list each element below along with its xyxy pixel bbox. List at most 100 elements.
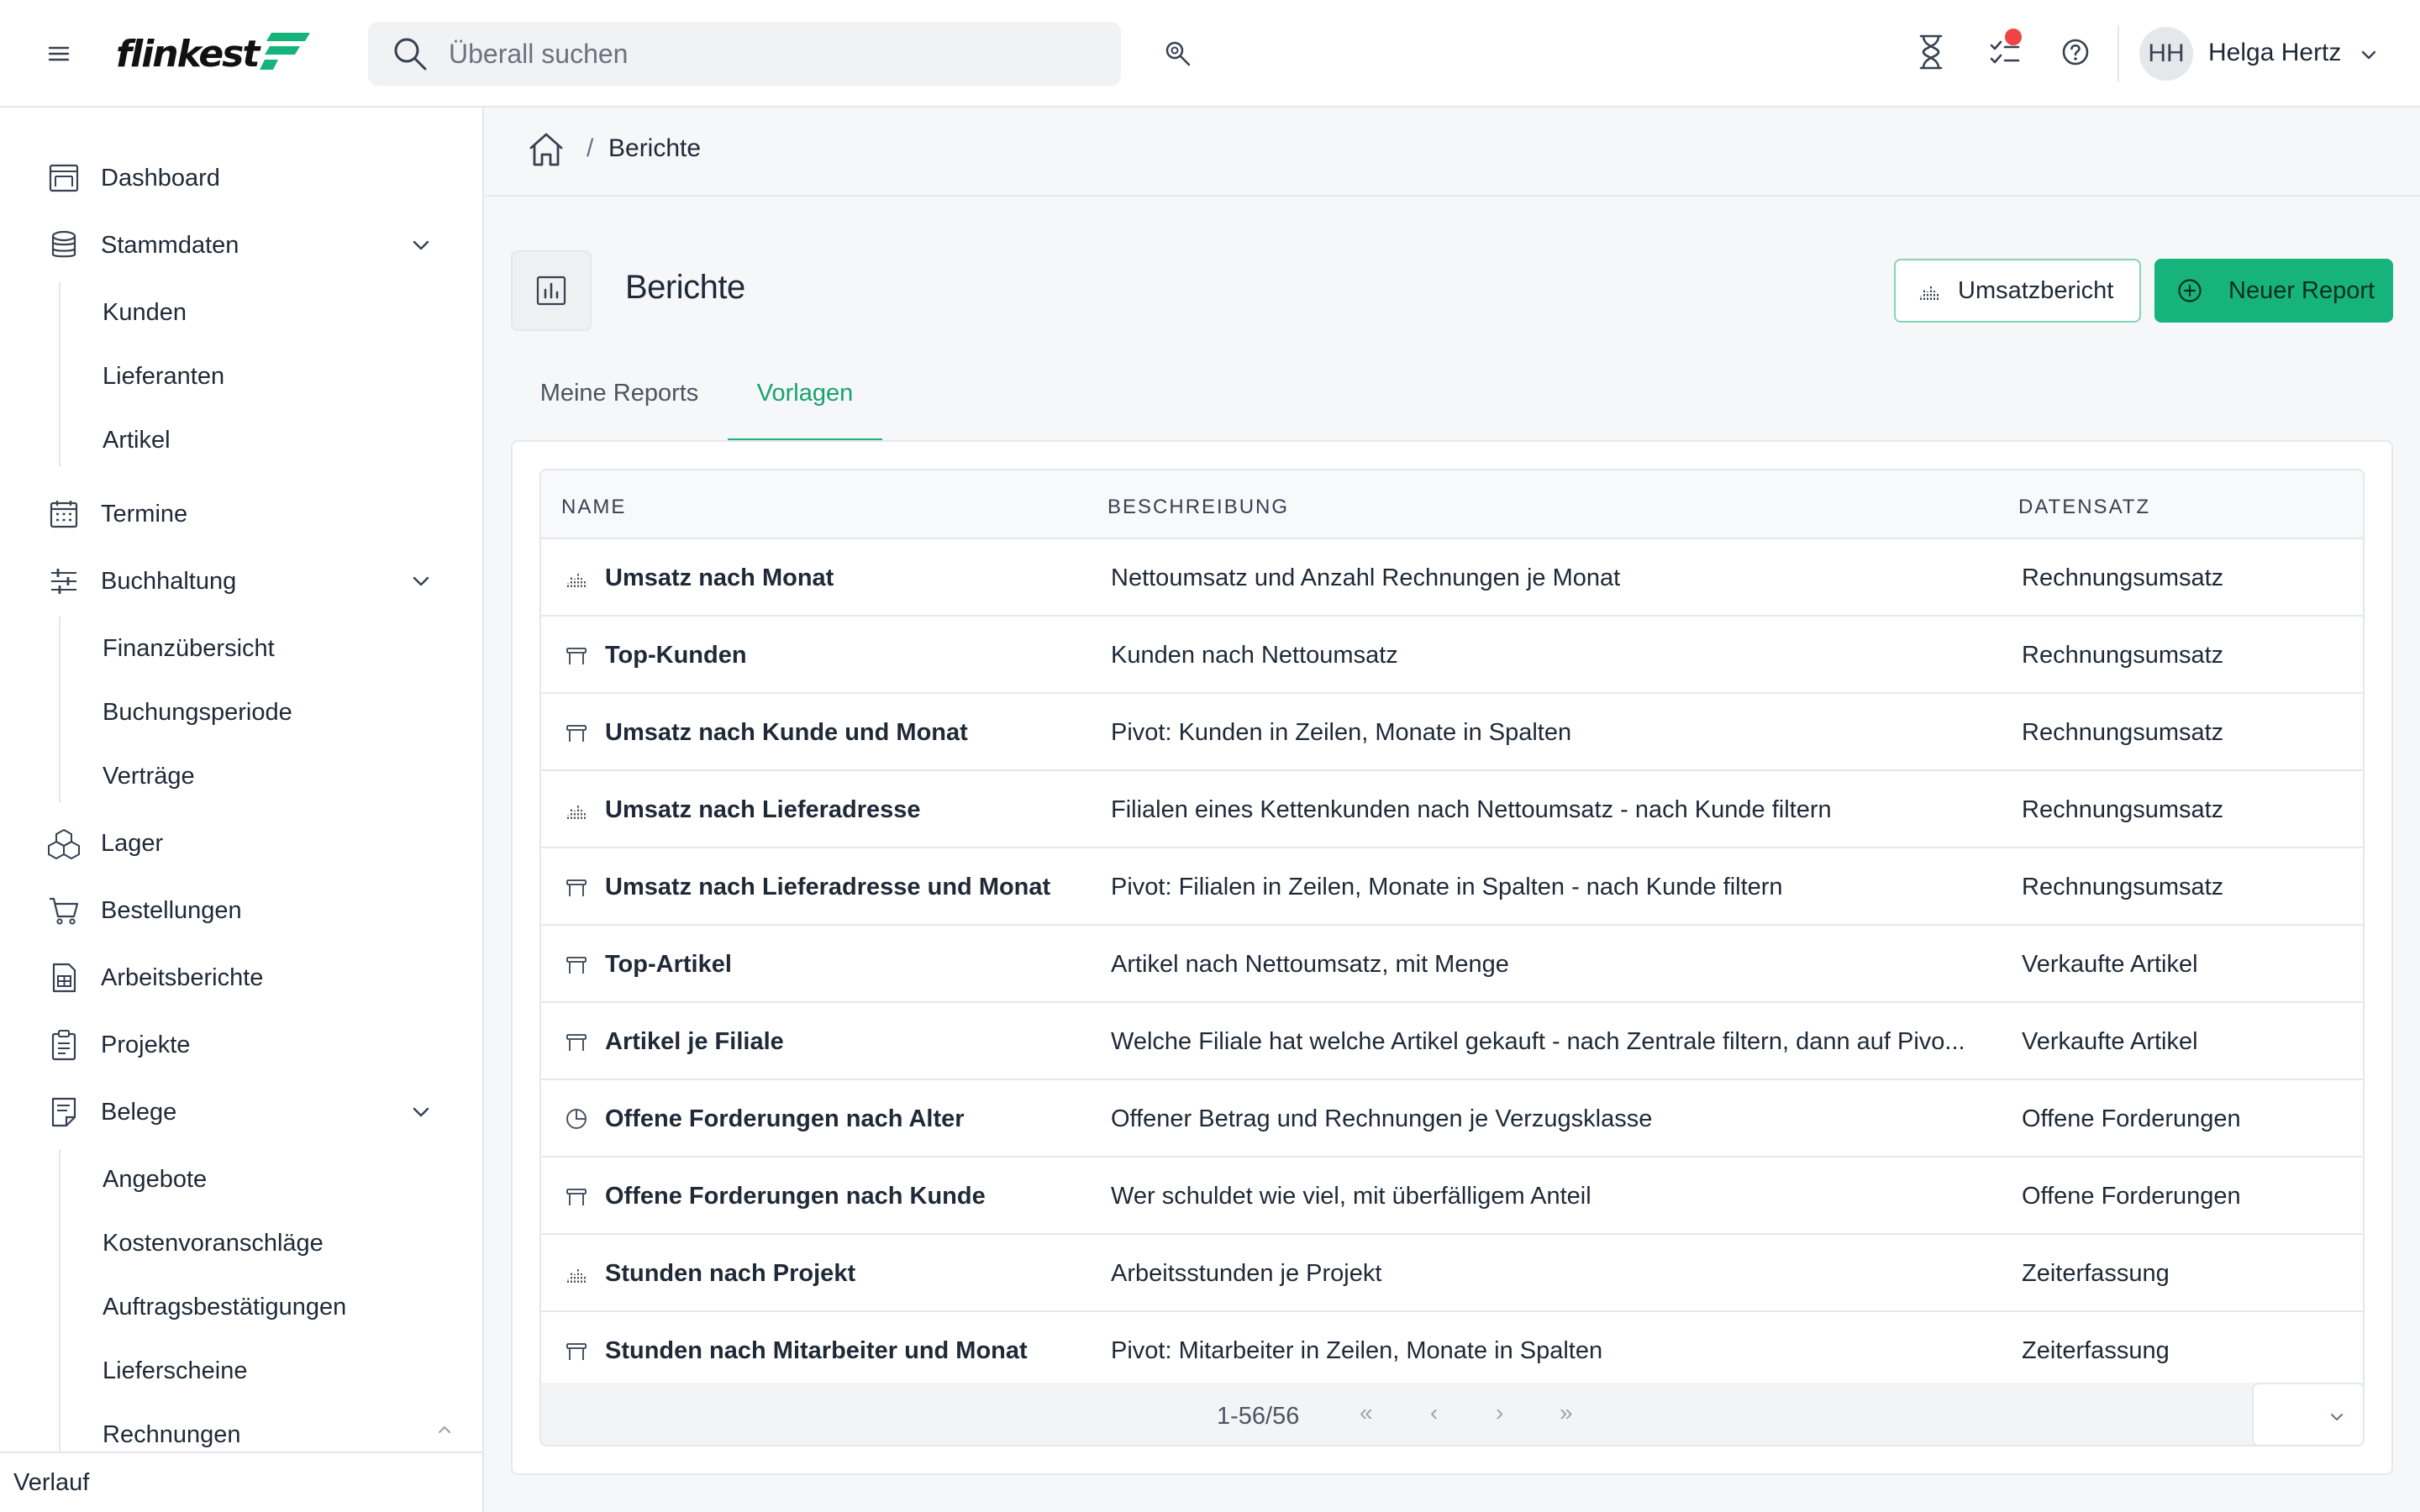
sidebar-item-label: Belege xyxy=(101,1098,177,1126)
report-description: Filialen eines Kettenkunden nach Nettoum… xyxy=(1111,796,1832,823)
bar-chart-icon xyxy=(1920,286,1939,300)
sidebar-item-finanzuebersicht[interactable]: Finanzübersicht xyxy=(0,623,482,674)
column-header-name[interactable]: NAME xyxy=(561,496,626,519)
tab-vorlagen[interactable]: Vorlagen xyxy=(728,380,882,440)
page-title: Berichte xyxy=(625,269,745,306)
report-description: Pivot: Mitarbeiter in Zeilen, Monate in … xyxy=(1111,1337,1603,1364)
report-description: Nettoumsatz und Anzahl Rechnungen je Mon… xyxy=(1111,564,1621,591)
logo-mark-icon xyxy=(260,33,311,70)
sidebar-item-label: Verträge xyxy=(103,762,195,790)
sidebar-item-lager[interactable]: Lager xyxy=(0,816,482,870)
table-row[interactable]: Top-Artikel Artikel nach Nettoumsatz, mit… xyxy=(541,926,2363,1003)
sidebar-item-bestellungen[interactable]: Bestellungen xyxy=(0,884,482,937)
bar-chart-icon xyxy=(567,1268,586,1283)
sidebar-item-kostenvoranschlaege[interactable]: Kostenvoranschläge xyxy=(0,1218,482,1268)
report-dataset: Verkaufte Artikel xyxy=(2022,1028,2198,1055)
report-dataset: Offene Forderungen xyxy=(2022,1105,2241,1132)
sidebar-item-arbeitsberichte[interactable]: Arbeitsberichte xyxy=(0,951,482,1005)
sidebar-item-artikel[interactable]: Artikel xyxy=(0,415,482,465)
sidebar-item-dashboard[interactable]: Dashboard xyxy=(0,151,482,205)
tab-meine-reports[interactable]: Meine Reports xyxy=(511,380,728,440)
report-sheet-icon xyxy=(52,963,76,993)
first-page-button[interactable]: « xyxy=(1360,1399,1373,1426)
bar-chart-icon xyxy=(536,276,566,306)
plus-circle-icon xyxy=(2178,279,2202,302)
sidebar-item-stammdaten[interactable]: Stammdaten xyxy=(0,218,482,272)
table-row[interactable]: Umsatz nach Lieferadresse und Monat Pivot… xyxy=(541,848,2363,926)
sidebar-item-auftragsbestaetigungen[interactable]: Auftragsbestätigungen xyxy=(0,1282,482,1332)
sidebar-item-lieferscheine[interactable]: Lieferscheine xyxy=(0,1346,482,1396)
history-panel-toggle[interactable]: Verlauf xyxy=(0,1452,484,1512)
table-row[interactable]: Stunden nach Projekt Arbeitsstunden je Pr… xyxy=(541,1235,2363,1312)
sidebar-item-label: Termine xyxy=(101,500,188,528)
home-icon[interactable] xyxy=(526,129,566,170)
report-description: Pivot: Kunden in Zeilen, Monate in Spalt… xyxy=(1111,719,1572,746)
menu-icon[interactable] xyxy=(47,42,71,66)
report-name: Umsatz nach Lieferadresse und Monat xyxy=(605,874,1051,900)
sidebar-item-termine[interactable]: Termine xyxy=(0,487,482,541)
previous-page-button[interactable]: ‹ xyxy=(1430,1399,1438,1426)
chevron-down-icon[interactable] xyxy=(2358,44,2380,66)
sidebar-item-label: Auftragsbestätigungen xyxy=(103,1293,347,1320)
column-header-description[interactable]: BESCHREIBUNG xyxy=(1107,496,1289,519)
document-icon xyxy=(51,1097,76,1127)
search-input[interactable] xyxy=(449,38,1087,70)
templates-card: NAME BESCHREIBUNG DATENSATZ Umsatz nach … xyxy=(511,440,2393,1475)
tasks-icon[interactable] xyxy=(1986,29,2023,71)
logo-text: flinkest xyxy=(116,32,260,76)
database-icon xyxy=(51,230,76,258)
next-page-button[interactable]: › xyxy=(1496,1399,1503,1426)
page-size-select[interactable] xyxy=(2252,1383,2363,1445)
table-row[interactable]: Umsatz nach Monat Nettoumsatz und Anzahl … xyxy=(541,539,2363,617)
report-name: Umsatz nach Lieferadresse xyxy=(605,796,921,823)
sidebar-item-label: Artikel xyxy=(103,426,171,454)
sidebar-item-buchungsperiode[interactable]: Buchungsperiode xyxy=(0,687,482,738)
clipboard-icon xyxy=(51,1030,76,1061)
page-icon xyxy=(511,250,592,331)
report-dataset: Rechnungsumsatz xyxy=(2022,796,2224,823)
hourglass-icon[interactable] xyxy=(1916,34,1946,71)
column-header-dataset[interactable]: DATENSATZ xyxy=(2018,496,2150,519)
report-name: Offene Forderungen nach Kunde xyxy=(605,1183,986,1210)
pagination-range: 1-56/56 xyxy=(1217,1403,1300,1430)
report-description: Pivot: Filialen in Zeilen, Monate in Spa… xyxy=(1111,874,1783,900)
sidebar-item-lieferanten[interactable]: Lieferanten xyxy=(0,351,482,402)
sidebar: Dashboard Stammdaten Kunden Lieferanten … xyxy=(0,108,484,1452)
breadcrumb-separator: / xyxy=(587,134,594,162)
chevron-down-icon xyxy=(2331,1414,2343,1420)
help-icon[interactable] xyxy=(2057,34,2094,71)
table-row[interactable]: Offene Forderungen nach Alter Offener Bet… xyxy=(541,1080,2363,1158)
sidebar-item-angebote[interactable]: Angebote xyxy=(0,1154,482,1205)
sidebar-item-projekte[interactable]: Projekte xyxy=(0,1018,482,1072)
sidebar-item-belege[interactable]: Belege xyxy=(0,1085,482,1139)
report-dataset: Verkaufte Artikel xyxy=(2022,951,2198,978)
table-row[interactable]: Top-Kunden Kunden nach Nettoumsatz Rechnun… xyxy=(541,617,2363,694)
table-row[interactable]: Artikel je Filiale Welche Filiale hat wel… xyxy=(541,1003,2363,1080)
new-report-button[interactable]: Neuer Report xyxy=(2154,259,2393,323)
sidebar-item-label: Kostenvoranschläge xyxy=(103,1229,324,1257)
report-dataset: Zeiterfassung xyxy=(2022,1260,2170,1287)
table-row[interactable]: Stunden nach Mitarbeiter und Monat Pivot:… xyxy=(541,1312,2363,1389)
table-icon xyxy=(566,1034,587,1051)
divider xyxy=(2118,25,2119,82)
sidebar-item-buchhaltung[interactable]: Buchhaltung xyxy=(0,554,482,608)
sidebar-item-label: Angebote xyxy=(103,1165,208,1193)
sales-report-button[interactable]: Umsatzbericht xyxy=(1894,259,2141,323)
logo[interactable]: flinkest xyxy=(116,29,312,79)
sidebar-item-label: Lieferscheine xyxy=(103,1357,248,1384)
table-header: NAME BESCHREIBUNG DATENSATZ xyxy=(541,470,2363,539)
advanced-search-icon[interactable] xyxy=(1163,39,1193,69)
user-name[interactable]: Helga Hertz xyxy=(2208,39,2341,67)
sidebar-item-vertraege[interactable]: Verträge xyxy=(0,751,482,801)
avatar[interactable]: HH xyxy=(2139,27,2193,81)
table-row[interactable]: Offene Forderungen nach Kunde Wer schulde… xyxy=(541,1158,2363,1235)
sidebar-item-label: Stammdaten xyxy=(101,231,239,259)
sidebar-item-kunden[interactable]: Kunden xyxy=(0,287,482,338)
last-page-button[interactable]: » xyxy=(1560,1399,1573,1426)
chevron-up-icon xyxy=(438,1425,451,1434)
table-row[interactable]: Umsatz nach Kunde und Monat Pivot: Kunden… xyxy=(541,694,2363,771)
notification-badge xyxy=(2005,29,2022,45)
table-row[interactable]: Umsatz nach Lieferadresse Filialen eines … xyxy=(541,771,2363,848)
report-description: Arbeitsstunden je Projekt xyxy=(1111,1260,1382,1287)
bar-chart-icon xyxy=(567,573,586,587)
